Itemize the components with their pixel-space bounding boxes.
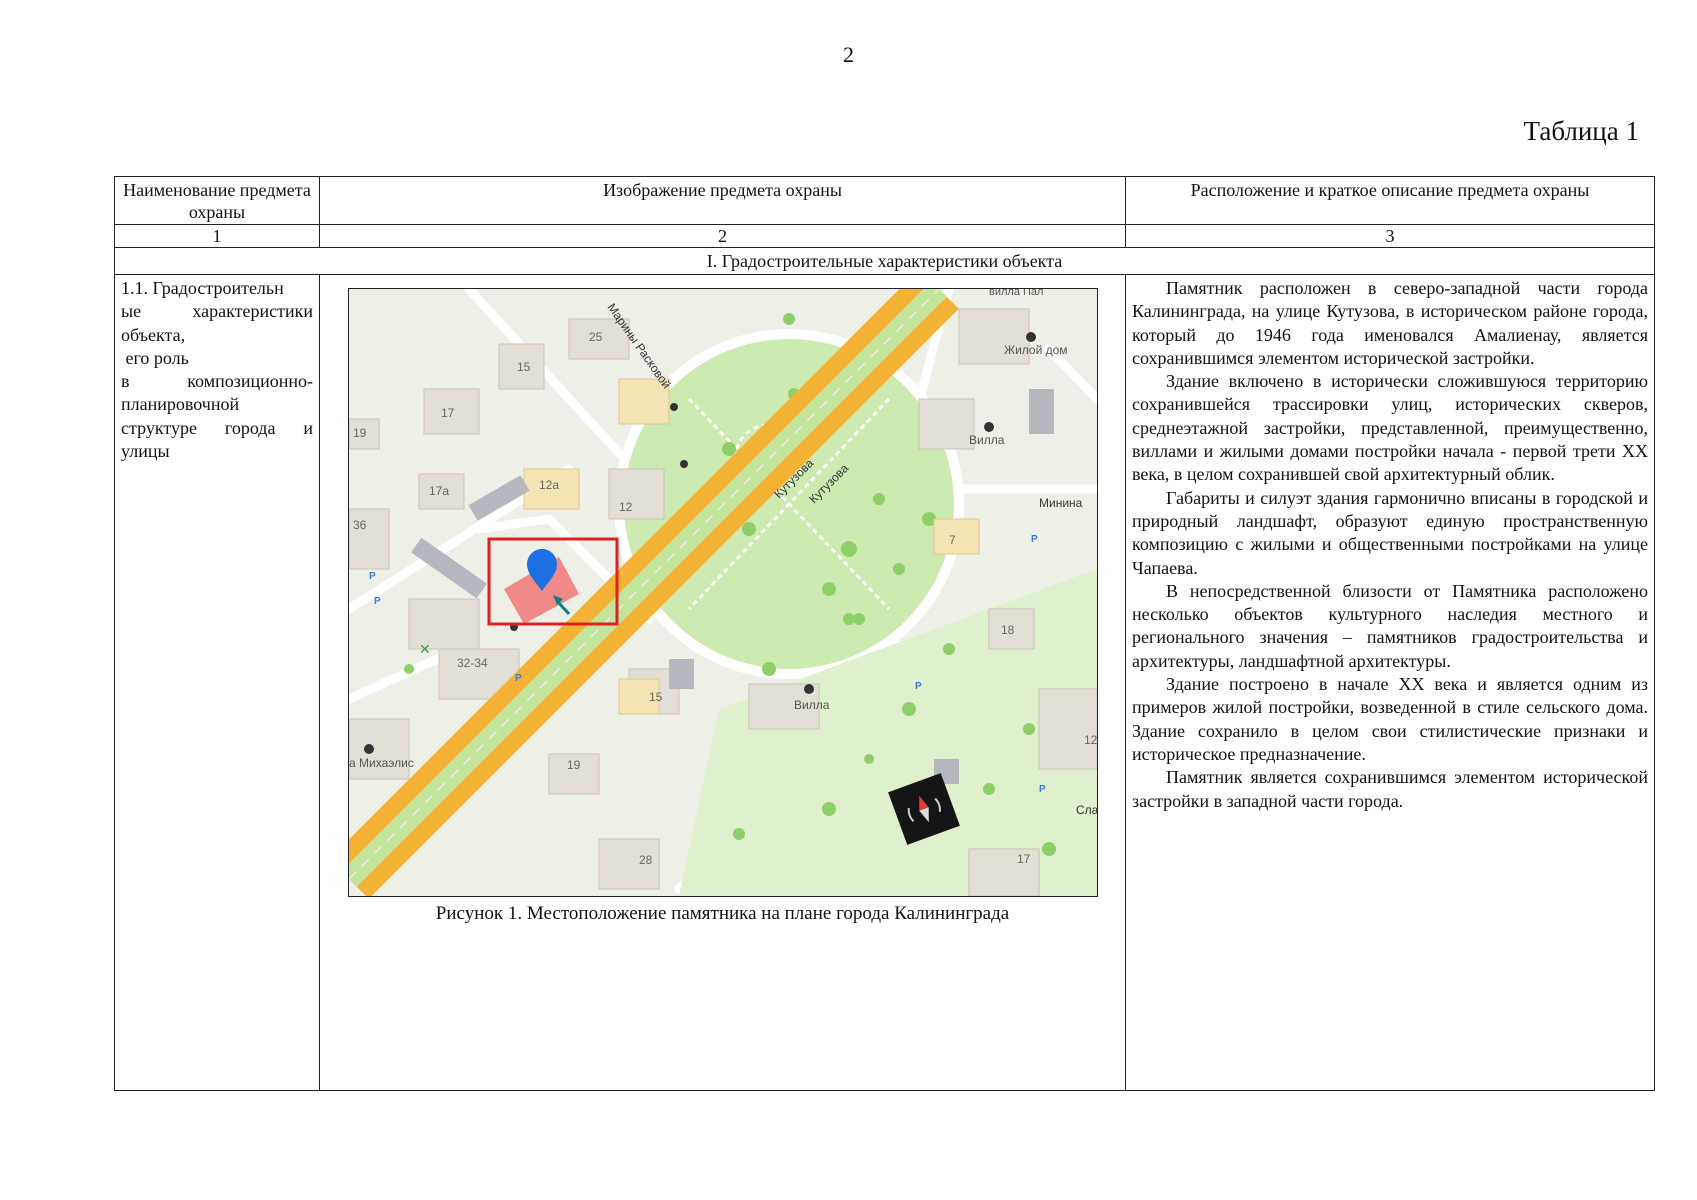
house-number: 17 [1017, 852, 1031, 866]
park-icon: ✕ [419, 641, 431, 657]
location-map: Кутузова Кутузова Марины Расковой Минина… [348, 288, 1098, 897]
column-number-3: 3 [1125, 224, 1655, 248]
table-label: Таблица 1 [1523, 116, 1639, 146]
description-paragraph: Габариты и силуэт здания гармонично впис… [1132, 487, 1648, 578]
poi-label: Вилла [969, 433, 1005, 447]
street-label: Минина [1039, 496, 1083, 510]
column-number-1: 1 [114, 224, 320, 248]
cut-label: вилла Пал [989, 289, 1043, 298]
row-name-line: структуре города и [121, 417, 313, 438]
house-number: 7 [949, 533, 956, 547]
row-name-line: его роль [121, 347, 189, 368]
house-number: 15 [517, 360, 531, 374]
description-paragraph: Памятник расположен в северо-западной ча… [1132, 278, 1648, 368]
svg-text:P: P [369, 571, 376, 582]
svg-text:P: P [915, 681, 922, 692]
figure-caption: Рисунок 1. Местоположение памятника на п… [435, 903, 1010, 924]
row-name: 1.1. Градостроительн ые характеристики о… [114, 274, 320, 1091]
figure-cell: Кутузова Кутузова Марины Расковой Минина… [319, 274, 1126, 1091]
svg-text:P: P [374, 596, 381, 607]
row-name-line: 1.1. Градостроительн [121, 278, 284, 298]
header-description: Расположение и краткое описание предмета… [1125, 176, 1655, 225]
description-paragraph: В непосредственной близости от Памятника… [1132, 580, 1648, 671]
house-number: 19 [567, 758, 581, 772]
row-name-line: в композиционно- [121, 371, 313, 392]
house-number: 19 [353, 426, 367, 440]
house-number: 28 [639, 853, 653, 867]
house-number: 25 [589, 330, 603, 344]
row-name-line: улицы [121, 441, 170, 462]
column-number-2: 2 [319, 224, 1126, 248]
row-name-line: объекта, [121, 324, 186, 345]
row-name-line: ые характеристики [121, 301, 313, 322]
header-name: Наименование предмета охраны [114, 176, 320, 225]
row-name-line: планировочной [121, 394, 240, 415]
house-number: 18 [1001, 623, 1015, 637]
poi-label: Жилой дом [1004, 343, 1068, 357]
description-paragraph: Здание включено в исторически сложившуюс… [1132, 371, 1648, 485]
description-cell: Памятник расположен в северо-западной ча… [1125, 274, 1655, 1091]
protection-table: Наименование предмета охраны Изображение… [114, 176, 1655, 1091]
street-label: Сла [1076, 803, 1097, 817]
house-number: 36 [353, 518, 367, 532]
svg-text:P: P [1031, 534, 1038, 545]
house-number: 12 [619, 500, 633, 514]
house-number: 32-34 [457, 656, 488, 670]
header-image: Изображение предмета охраны [319, 176, 1126, 225]
poi-label: а Михаэлис [349, 756, 414, 770]
description-paragraph: Здание построено в начале XX века и явля… [1132, 674, 1648, 764]
description-paragraph: Памятник является сохранившимся элементо… [1132, 767, 1648, 811]
house-number: 12а [539, 478, 559, 492]
house-number: 15 [649, 690, 663, 704]
house-number: 17а [429, 484, 449, 498]
poi-label: Вилла [794, 698, 830, 712]
house-number: 17 [441, 406, 455, 420]
svg-text:P: P [1039, 784, 1046, 795]
section-title: I. Градостроительные характеристики объе… [114, 247, 1655, 275]
page-number: 2 [843, 42, 854, 67]
house-number: 12 [1084, 733, 1097, 747]
svg-text:P: P [515, 673, 522, 684]
